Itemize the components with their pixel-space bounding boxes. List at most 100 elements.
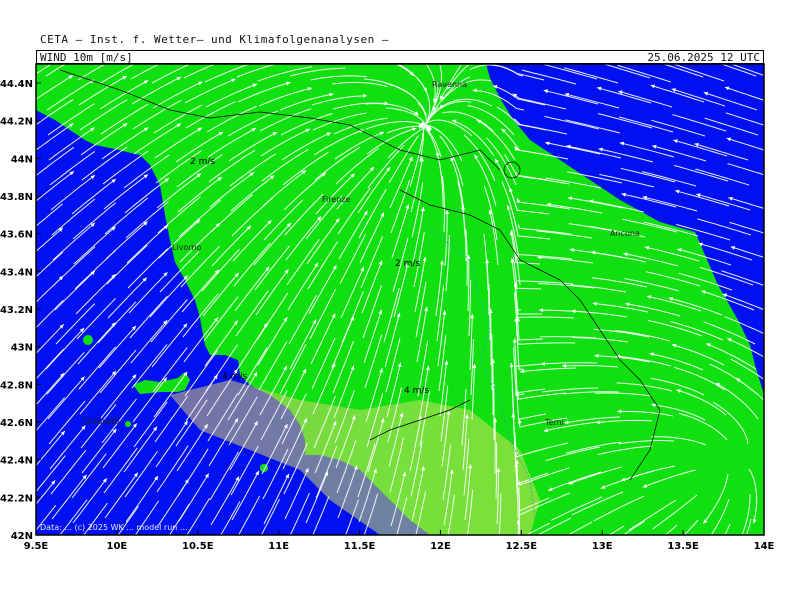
streamline [617, 39, 670, 57]
streamline [575, 41, 629, 58]
streamline [151, 35, 202, 58]
lat-tick-label: 43.6N [0, 230, 33, 241]
speed-label: 4 m/s [404, 386, 429, 396]
streamline [183, 33, 235, 53]
streamline [649, 34, 702, 53]
lat-tick-label: 42.6N [0, 418, 33, 429]
streamline-arrow [780, 524, 784, 528]
lon-tick-label: 9.5E [24, 541, 49, 552]
streamline-arrow [724, 35, 728, 39]
streamline-arrow [730, 566, 734, 571]
streamline [670, 37, 723, 56]
streamline-arrow [68, 27, 72, 31]
streamline [525, 552, 572, 582]
city-label-livorno: Livorno [172, 243, 202, 252]
streamline-arrow [617, 39, 621, 43]
streamline-arrow [766, 572, 770, 577]
streamline-arrow [143, 24, 148, 28]
speed-label: 2 m/s [395, 259, 420, 269]
streamline [289, 46, 345, 51]
footer-credit: Data: ... (c) 2025 WK ... model run ... [40, 523, 188, 532]
lat-tick-label: 42.4N [0, 456, 33, 467]
city-label-terni: Terni [544, 418, 564, 427]
streamline [257, 45, 312, 57]
lat-axis-labels: 44.4N 44.2N 44N 43.8N 43.6N 43.4N 43.2N 43N 42.8… [0, 79, 33, 542]
streamline-arrow [308, 43, 312, 47]
streamline [542, 38, 596, 54]
streamline [701, 549, 731, 596]
streamline [521, 34, 575, 50]
city-label-firenze: Firenze [322, 195, 351, 204]
streamline-arrow [670, 37, 674, 41]
streamline [342, 50, 396, 62]
lat-tick-label: 44.4N [0, 79, 33, 90]
lat-tick-label: 43N [11, 343, 33, 354]
streamline-arrow [392, 58, 397, 62]
streamline-arrow [702, 568, 706, 573]
lon-tick-label: 12E [430, 541, 451, 552]
streamline-arrow [341, 44, 345, 48]
streamline [580, 551, 625, 584]
streamline-arrow [659, 556, 663, 560]
lat-tick-label: 43.4N [0, 267, 33, 278]
streamline-arrow [543, 546, 547, 550]
streamline-arrow [577, 552, 581, 556]
streamline [471, 43, 522, 55]
streamline [702, 32, 755, 51]
streamline [24, 27, 72, 56]
lon-tick-label: 11E [268, 541, 289, 552]
streamline-arrow [286, 36, 290, 40]
streamline [236, 38, 290, 52]
streamline-arrow [231, 32, 235, 36]
streamline [727, 544, 752, 594]
city-label-ravenna: Ravenna [432, 80, 467, 89]
lon-tick-label: 12.5E [506, 541, 538, 552]
speed-label: 4 m/s [222, 372, 247, 382]
streamline [204, 39, 257, 58]
streamline [638, 550, 678, 589]
lon-tick-label: 10.5E [182, 541, 214, 552]
streamline-arrow [176, 30, 181, 34]
streamline-arrow [634, 557, 638, 561]
streamline-arrow [100, 23, 105, 27]
streamline [724, 36, 777, 55]
lon-tick-label: 14E [754, 541, 775, 552]
streamline [546, 547, 593, 578]
lat-tick-label: 43.2N [0, 305, 33, 316]
island [125, 421, 131, 427]
city-label-ancona: Ancona [610, 229, 640, 238]
streamline [56, 23, 105, 51]
streamline-arrow [702, 31, 707, 35]
streamline [596, 36, 649, 53]
streamline [781, 473, 784, 529]
streamline-arrow [575, 41, 579, 45]
streamline-arrow [490, 38, 494, 42]
streamline [780, 448, 790, 503]
streamline [490, 41, 543, 56]
streamline-arrow [471, 51, 475, 55]
streamline-arrow [362, 53, 366, 57]
city-label-grosseto: Grosseto [84, 417, 120, 426]
lat-tick-label: 44N [11, 154, 33, 165]
streamline-arrow [252, 38, 256, 42]
lat-tick-label: 42.8N [0, 380, 33, 391]
streamline [77, 28, 126, 55]
streamline-arrow [122, 28, 127, 32]
wind-map: Ravenna Firenze Livorno Ancona Terni Gro… [0, 23, 790, 600]
lon-tick-label: 13.5E [667, 541, 699, 552]
speed-label: 2 m/s [190, 157, 215, 167]
lon-tick-label: 13E [592, 541, 613, 552]
lat-tick-label: 43.8N [0, 192, 33, 203]
streamline [763, 548, 784, 600]
lon-tick-label: 10E [107, 541, 128, 552]
streamline-arrow [542, 37, 546, 41]
streamline-arrow [521, 34, 525, 38]
lon-axis-labels: 9.5E 10E 10.5E 11E 11.5E 12E 12.5E 13E 13.5E 14E [24, 541, 775, 552]
streamline [130, 30, 181, 54]
streamline-arrow [596, 35, 600, 39]
streamline-arrow [649, 33, 654, 37]
streamline [98, 24, 148, 50]
island [83, 335, 93, 345]
lon-tick-label: 11.5E [344, 541, 376, 552]
lat-tick-label: 42.2N [0, 493, 33, 504]
